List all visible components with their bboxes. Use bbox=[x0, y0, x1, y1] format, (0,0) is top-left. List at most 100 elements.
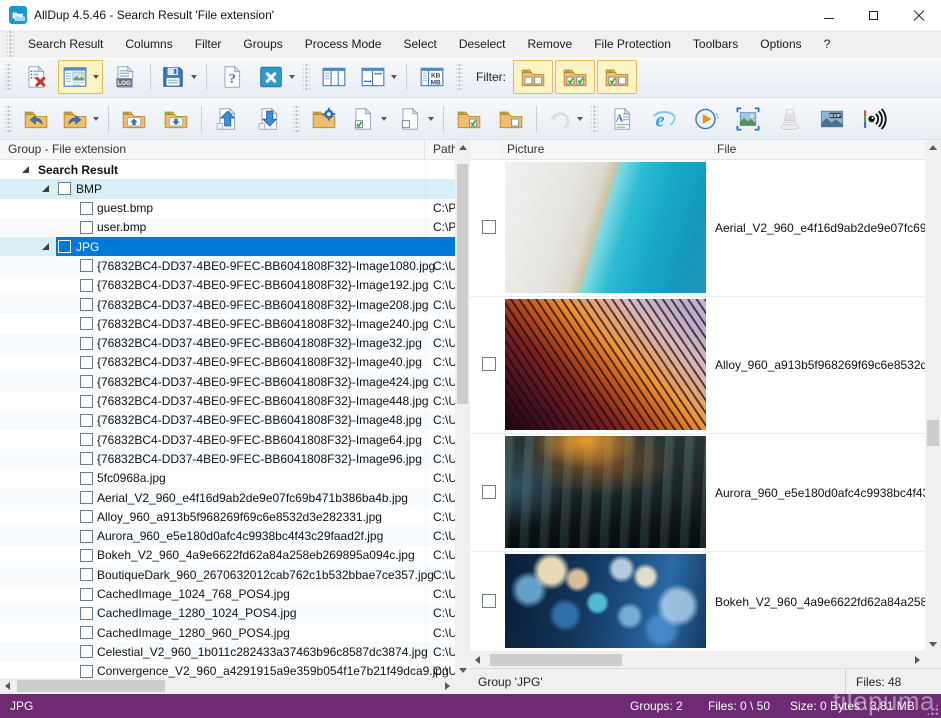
minimize-button[interactable] bbox=[806, 0, 851, 30]
file-checkbox[interactable] bbox=[80, 472, 93, 485]
file-checkbox[interactable] bbox=[80, 607, 93, 620]
column-header-checkbox[interactable] bbox=[470, 140, 503, 159]
tree-row[interactable]: Convergence_V2_960_a4291915a9e359b054f1e… bbox=[0, 662, 455, 678]
close-button[interactable] bbox=[254, 60, 299, 94]
menu-search-result[interactable]: Search Result bbox=[17, 30, 114, 57]
expanded-caret-icon[interactable] bbox=[22, 166, 29, 173]
file-checkbox[interactable] bbox=[80, 375, 93, 388]
tree-row[interactable]: {76832BC4-DD37-4BE0-9FEC-BB6041808F32}-I… bbox=[0, 295, 455, 314]
menu-help[interactable]: ? bbox=[813, 30, 842, 57]
resize-grip[interactable] bbox=[926, 703, 939, 716]
menu-select[interactable]: Select bbox=[392, 30, 447, 57]
save-result-button[interactable] bbox=[156, 60, 201, 94]
tree-row[interactable]: {76832BC4-DD37-4BE0-9FEC-BB6041808F32}-I… bbox=[0, 276, 455, 295]
menu-file-protection[interactable]: File Protection bbox=[583, 30, 682, 57]
open-vlc-button[interactable] bbox=[770, 102, 810, 136]
menu-columns[interactable]: Columns bbox=[114, 30, 183, 57]
scroll-up-icon[interactable] bbox=[455, 140, 470, 155]
tree-vscrollbar[interactable] bbox=[455, 140, 470, 678]
file-checkbox[interactable] bbox=[80, 337, 93, 350]
tree-row[interactable]: {76832BC4-DD37-4BE0-9FEC-BB6041808F32}-I… bbox=[0, 353, 455, 372]
previous-group-button[interactable] bbox=[16, 102, 56, 136]
tree-row[interactable]: {76832BC4-DD37-4BE0-9FEC-BB6041808F32}-I… bbox=[0, 372, 455, 391]
file-checkbox[interactable] bbox=[482, 220, 496, 234]
previous-file-button[interactable] bbox=[114, 102, 154, 136]
tree-row[interactable]: CachedImage_1280_1024_POS4.jpgC:\U bbox=[0, 604, 455, 623]
file-checkbox[interactable] bbox=[80, 568, 93, 581]
file-checkbox[interactable] bbox=[80, 530, 93, 543]
select-files-button[interactable] bbox=[346, 102, 391, 136]
file-checkbox[interactable] bbox=[80, 298, 93, 311]
group-checkbox[interactable] bbox=[58, 182, 71, 195]
file-checkbox[interactable] bbox=[80, 510, 93, 523]
group-checkbox[interactable] bbox=[58, 240, 71, 253]
file-checkbox[interactable] bbox=[80, 588, 93, 601]
column-header-file[interactable]: File bbox=[715, 140, 941, 159]
column-header-group[interactable]: Group - File extension bbox=[0, 140, 425, 159]
file-checkbox[interactable] bbox=[482, 357, 496, 371]
dropdown-arrow-icon[interactable] bbox=[428, 117, 434, 121]
file-checkbox[interactable] bbox=[80, 356, 93, 369]
preview-row[interactable]: Alloy_960_a913b5f968269f69c6e8532d3e2823… bbox=[470, 297, 925, 434]
preview-hscroll-thumb[interactable] bbox=[490, 654, 622, 666]
dropdown-arrow-icon[interactable] bbox=[191, 75, 197, 79]
expanded-caret-icon[interactable] bbox=[42, 243, 49, 250]
size-format-button[interactable]: KBMB bbox=[412, 60, 452, 94]
filter-mixed-groups-button[interactable] bbox=[597, 60, 637, 94]
tree-row[interactable]: guest.bmpC:\P bbox=[0, 199, 455, 218]
collapse-groups-button[interactable] bbox=[249, 102, 289, 136]
help-button[interactable]: ? bbox=[212, 60, 252, 94]
tree-vscroll-thumb[interactable] bbox=[457, 164, 468, 404]
expanded-caret-icon[interactable] bbox=[42, 185, 49, 192]
column-header-picture[interactable]: Picture bbox=[503, 140, 715, 159]
next-file-button[interactable] bbox=[156, 102, 196, 136]
dropdown-arrow-icon[interactable] bbox=[93, 117, 99, 121]
next-group-button[interactable] bbox=[58, 102, 103, 136]
maximize-button[interactable] bbox=[851, 0, 896, 30]
preview-row[interactable]: Aerial_V2_960_e4f16d9ab2de9e07fc69b471b3… bbox=[470, 160, 925, 297]
menu-deselect[interactable]: Deselect bbox=[448, 30, 517, 57]
menu-toolbars[interactable]: Toolbars bbox=[682, 30, 749, 57]
scroll-left-icon[interactable] bbox=[0, 678, 15, 693]
tree-row[interactable]: {76832BC4-DD37-4BE0-9FEC-BB6041808F32}-I… bbox=[0, 449, 455, 468]
file-checkbox[interactable] bbox=[80, 279, 93, 292]
scroll-up-icon[interactable] bbox=[925, 140, 940, 155]
file-checkbox[interactable] bbox=[80, 549, 93, 562]
tree-hscrollbar[interactable] bbox=[0, 678, 455, 694]
deselect-files-button[interactable] bbox=[393, 102, 438, 136]
file-checkbox[interactable] bbox=[80, 202, 93, 215]
open-text-editor-button[interactable]: A bbox=[602, 102, 642, 136]
scroll-right-icon[interactable] bbox=[440, 678, 455, 693]
scroll-left-icon[interactable] bbox=[470, 652, 485, 667]
menu-options[interactable]: Options bbox=[749, 30, 812, 57]
file-checkbox[interactable] bbox=[482, 594, 496, 608]
menu-filter[interactable]: Filter bbox=[184, 30, 233, 57]
tree-row[interactable]: 5fc0968a.jpgC:\U bbox=[0, 469, 455, 488]
preview-hscrollbar[interactable] bbox=[470, 652, 925, 668]
group-options-button[interactable] bbox=[304, 102, 344, 136]
show-log-button[interactable]: LOG bbox=[105, 60, 145, 94]
columns-autosize-button[interactable] bbox=[356, 60, 401, 94]
file-checkbox[interactable] bbox=[80, 452, 93, 465]
show-exif-button[interactable]: EXIF bbox=[812, 102, 852, 136]
dropdown-arrow-icon[interactable] bbox=[577, 117, 583, 121]
tree-row[interactable]: {76832BC4-DD37-4BE0-9FEC-BB6041808F32}-I… bbox=[0, 411, 455, 430]
close-button[interactable] bbox=[896, 0, 941, 30]
tree-row[interactable]: Aerial_V2_960_e4f16d9ab2de9e07fc69b471b3… bbox=[0, 488, 455, 507]
tree-root-row[interactable]: Search Result bbox=[0, 160, 455, 179]
tree-row[interactable]: CachedImage_1024_768_POS4.jpgC:\U bbox=[0, 585, 455, 604]
tree-row[interactable]: Aurora_960_e5e180d0afc4c9938bc4f43c29faa… bbox=[0, 527, 455, 546]
filter-unchecked-groups-button[interactable] bbox=[513, 60, 553, 94]
menu-process-mode[interactable]: Process Mode bbox=[294, 30, 393, 57]
file-checkbox[interactable] bbox=[80, 665, 93, 678]
play-audio-button[interactable] bbox=[854, 102, 894, 136]
tree-row[interactable]: {76832BC4-DD37-4BE0-9FEC-BB6041808F32}-I… bbox=[0, 334, 455, 353]
preview-layout-button[interactable] bbox=[58, 60, 103, 94]
tree-row[interactable]: CachedImage_1280_960_POS4.jpgC:\U bbox=[0, 623, 455, 642]
dropdown-arrow-icon[interactable] bbox=[391, 75, 397, 79]
tree-row[interactable]: {76832BC4-DD37-4BE0-9FEC-BB6041808F32}-I… bbox=[0, 256, 455, 275]
open-media-player-button[interactable] bbox=[686, 102, 726, 136]
preview-vscrollbar[interactable] bbox=[925, 140, 941, 652]
filter-checked-groups-button[interactable] bbox=[555, 60, 595, 94]
undo-button[interactable] bbox=[542, 102, 587, 136]
